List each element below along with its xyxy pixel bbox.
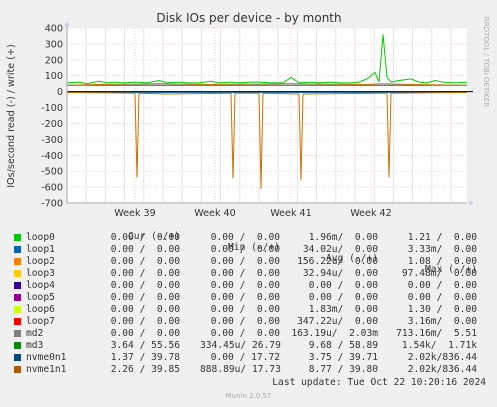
legend-name: loop2 (26, 256, 55, 267)
legend-max-value: 1.08 / 0.00 (407, 256, 477, 267)
y-axis-label: IOs/second read (-) / write (+) (6, 44, 17, 188)
legend-avg-value: 34.02u/ 0.00 (302, 244, 378, 255)
legend-swatch (14, 234, 21, 241)
x-tick-labels: Week 39 Week 40 Week 41 Week 42 (114, 208, 392, 219)
rrdtool-credit: RRDTOOL / TOBI OETIKER (482, 17, 490, 107)
legend-cur-value: 0.00 / 0.00 (110, 280, 180, 291)
legend-cur-value: 0.00 / 0.00 (110, 316, 180, 327)
legend-name: loop0 (26, 232, 55, 243)
legend-cur-value: 2.26 / 39.85 (110, 364, 180, 375)
y-tick-label: -400 (41, 151, 63, 162)
legend-name: md2 (26, 328, 44, 339)
legend-name: nvme1n1 (26, 364, 67, 375)
y-tick-label: 400 (45, 24, 63, 35)
legend-avg-value: 156.22u/ 0.00 (297, 256, 378, 267)
y-tick-label: -300 (41, 135, 63, 146)
legend-max-value: 2.02k/836.44 (407, 364, 477, 375)
legend-max-value: 3.16m/ 0.00 (407, 316, 477, 327)
y-tick-label: -200 (41, 119, 63, 130)
legend-name: loop1 (26, 244, 55, 255)
legend-avg-value: 0.00 / 0.00 (308, 280, 378, 291)
legend-avg-value: 9.68 / 58.89 (308, 340, 378, 351)
x-tick-label: Week 40 (194, 208, 236, 219)
x-tick-label: Week 39 (114, 208, 156, 219)
legend-min-value: 0.00 / 0.00 (210, 304, 280, 315)
legend-min-value: 0.00 / 0.00 (210, 280, 280, 291)
legend-cur-value: 3.64 / 55.56 (110, 340, 180, 351)
legend-name: md3 (26, 340, 44, 351)
legend-avg-value: 8.77 / 39.80 (308, 364, 378, 375)
legend-name: nvme0n1 (26, 352, 67, 363)
legend-max-value: 0.00 / 0.00 (407, 280, 477, 291)
legend-max-value: 1.30 / 0.00 (407, 304, 477, 315)
y-axis-arrow (64, 21, 70, 26)
legend-header: Cur (-/+) Min (-/+) Avg (-/+) Max (-/+) (0, 220, 477, 275)
legend-avg-value: 163.19u/ 2.03m (291, 328, 378, 339)
legend-min-value: 0.00 / 17.72 (210, 352, 280, 363)
munin-version: Munin 2.0.57 (225, 392, 272, 400)
legend-min-value: 0.00 / 0.00 (210, 328, 280, 339)
legend-cur-value: 0.00 / 0.00 (110, 328, 180, 339)
legend-avg-value: 0.00 / 0.00 (308, 292, 378, 303)
y-tick-label: 100 (45, 71, 63, 82)
legend-cur-value: 0.00 / 0.00 (110, 268, 180, 279)
legend-swatch (14, 306, 21, 313)
x-tick-label: Week 42 (350, 208, 392, 219)
legend-min-value: 334.45u/ 26.79 (200, 340, 281, 351)
legend-avg-value: 3.75 / 39.71 (308, 352, 378, 363)
y-tick-label: -600 (41, 183, 63, 194)
x-tick-label: Week 41 (270, 208, 312, 219)
legend-cur-value: 0.00 / 0.00 (110, 256, 180, 267)
legend-avg-value: 32.94u/ 0.00 (302, 268, 378, 279)
legend-swatch (14, 282, 21, 289)
chart-title: Disk IOs per device - by month (156, 11, 341, 25)
legend-avg-value: 1.96m/ 0.00 (308, 232, 378, 243)
last-update: Last update: Tue Oct 22 10:20:16 2024 (272, 377, 486, 388)
legend-max-value: 713.16m/ 5.51 (396, 328, 477, 339)
legend-min-value: 0.00 / 0.00 (210, 256, 280, 267)
y-tick-label: -700 (41, 199, 63, 210)
y-tick-label: 200 (45, 55, 63, 66)
y-tick-label: -100 (41, 103, 63, 114)
legend-swatch (14, 258, 21, 265)
y-tick-label: 0 (57, 87, 63, 98)
legend-swatch (14, 270, 21, 277)
legend-name: loop6 (26, 304, 55, 315)
legend-name: loop7 (26, 316, 55, 327)
y-tick-labels: 400 300 200 100 0 -100 -200 -300 -400 -500 -600 -70… (41, 24, 63, 210)
legend-max-value: 0.00 / 0.00 (407, 292, 477, 303)
legend-min-value: 888.89u/ 17.73 (200, 364, 281, 375)
x-axis-arrow (469, 200, 474, 206)
legend-swatch (14, 330, 21, 337)
legend-min-value: 0.00 / 0.00 (210, 292, 280, 303)
legend-cur-value: 0.00 / 0.00 (110, 244, 180, 255)
legend-swatch (14, 366, 21, 373)
legend-max-value: 1.54k/ 1.71k (401, 340, 477, 351)
legend-swatch (14, 318, 21, 325)
legend-min-value: 0.00 / 0.00 (210, 244, 280, 255)
legend-min-value: 0.00 / 0.00 (210, 232, 280, 243)
legend-swatch (14, 246, 21, 253)
legend-max-value: 3.33m/ 0.00 (407, 244, 477, 255)
legend-max-value: 97.48m/ 0.00 (401, 268, 477, 279)
legend-swatch (14, 354, 21, 361)
legend-avg-value: 347.22u/ 0.00 (297, 316, 378, 327)
legend-avg-value: 1.83m/ 0.00 (308, 304, 378, 315)
legend-min-value: 0.00 / 0.00 (210, 268, 280, 279)
y-tick-label: 300 (45, 39, 63, 50)
legend-max-value: 1.21 / 0.00 (407, 232, 477, 243)
legend-swatch (14, 342, 21, 349)
legend-name: loop3 (26, 268, 55, 279)
plot-area (67, 28, 467, 203)
legend-name: loop4 (26, 280, 55, 291)
legend-min-value: 0.00 / 0.00 (210, 316, 280, 327)
legend-cur-value: 0.00 / 0.00 (110, 232, 180, 243)
legend-cur-value: 0.00 / 0.00 (110, 292, 180, 303)
legend-cur-value: 0.00 / 0.00 (110, 304, 180, 315)
legend-max-value: 2.02k/836.44 (407, 352, 477, 363)
legend-swatch (14, 294, 21, 301)
legend-cur-value: 1.37 / 39.78 (110, 352, 180, 363)
y-tick-label: -500 (41, 167, 63, 178)
legend-name: loop5 (26, 292, 55, 303)
